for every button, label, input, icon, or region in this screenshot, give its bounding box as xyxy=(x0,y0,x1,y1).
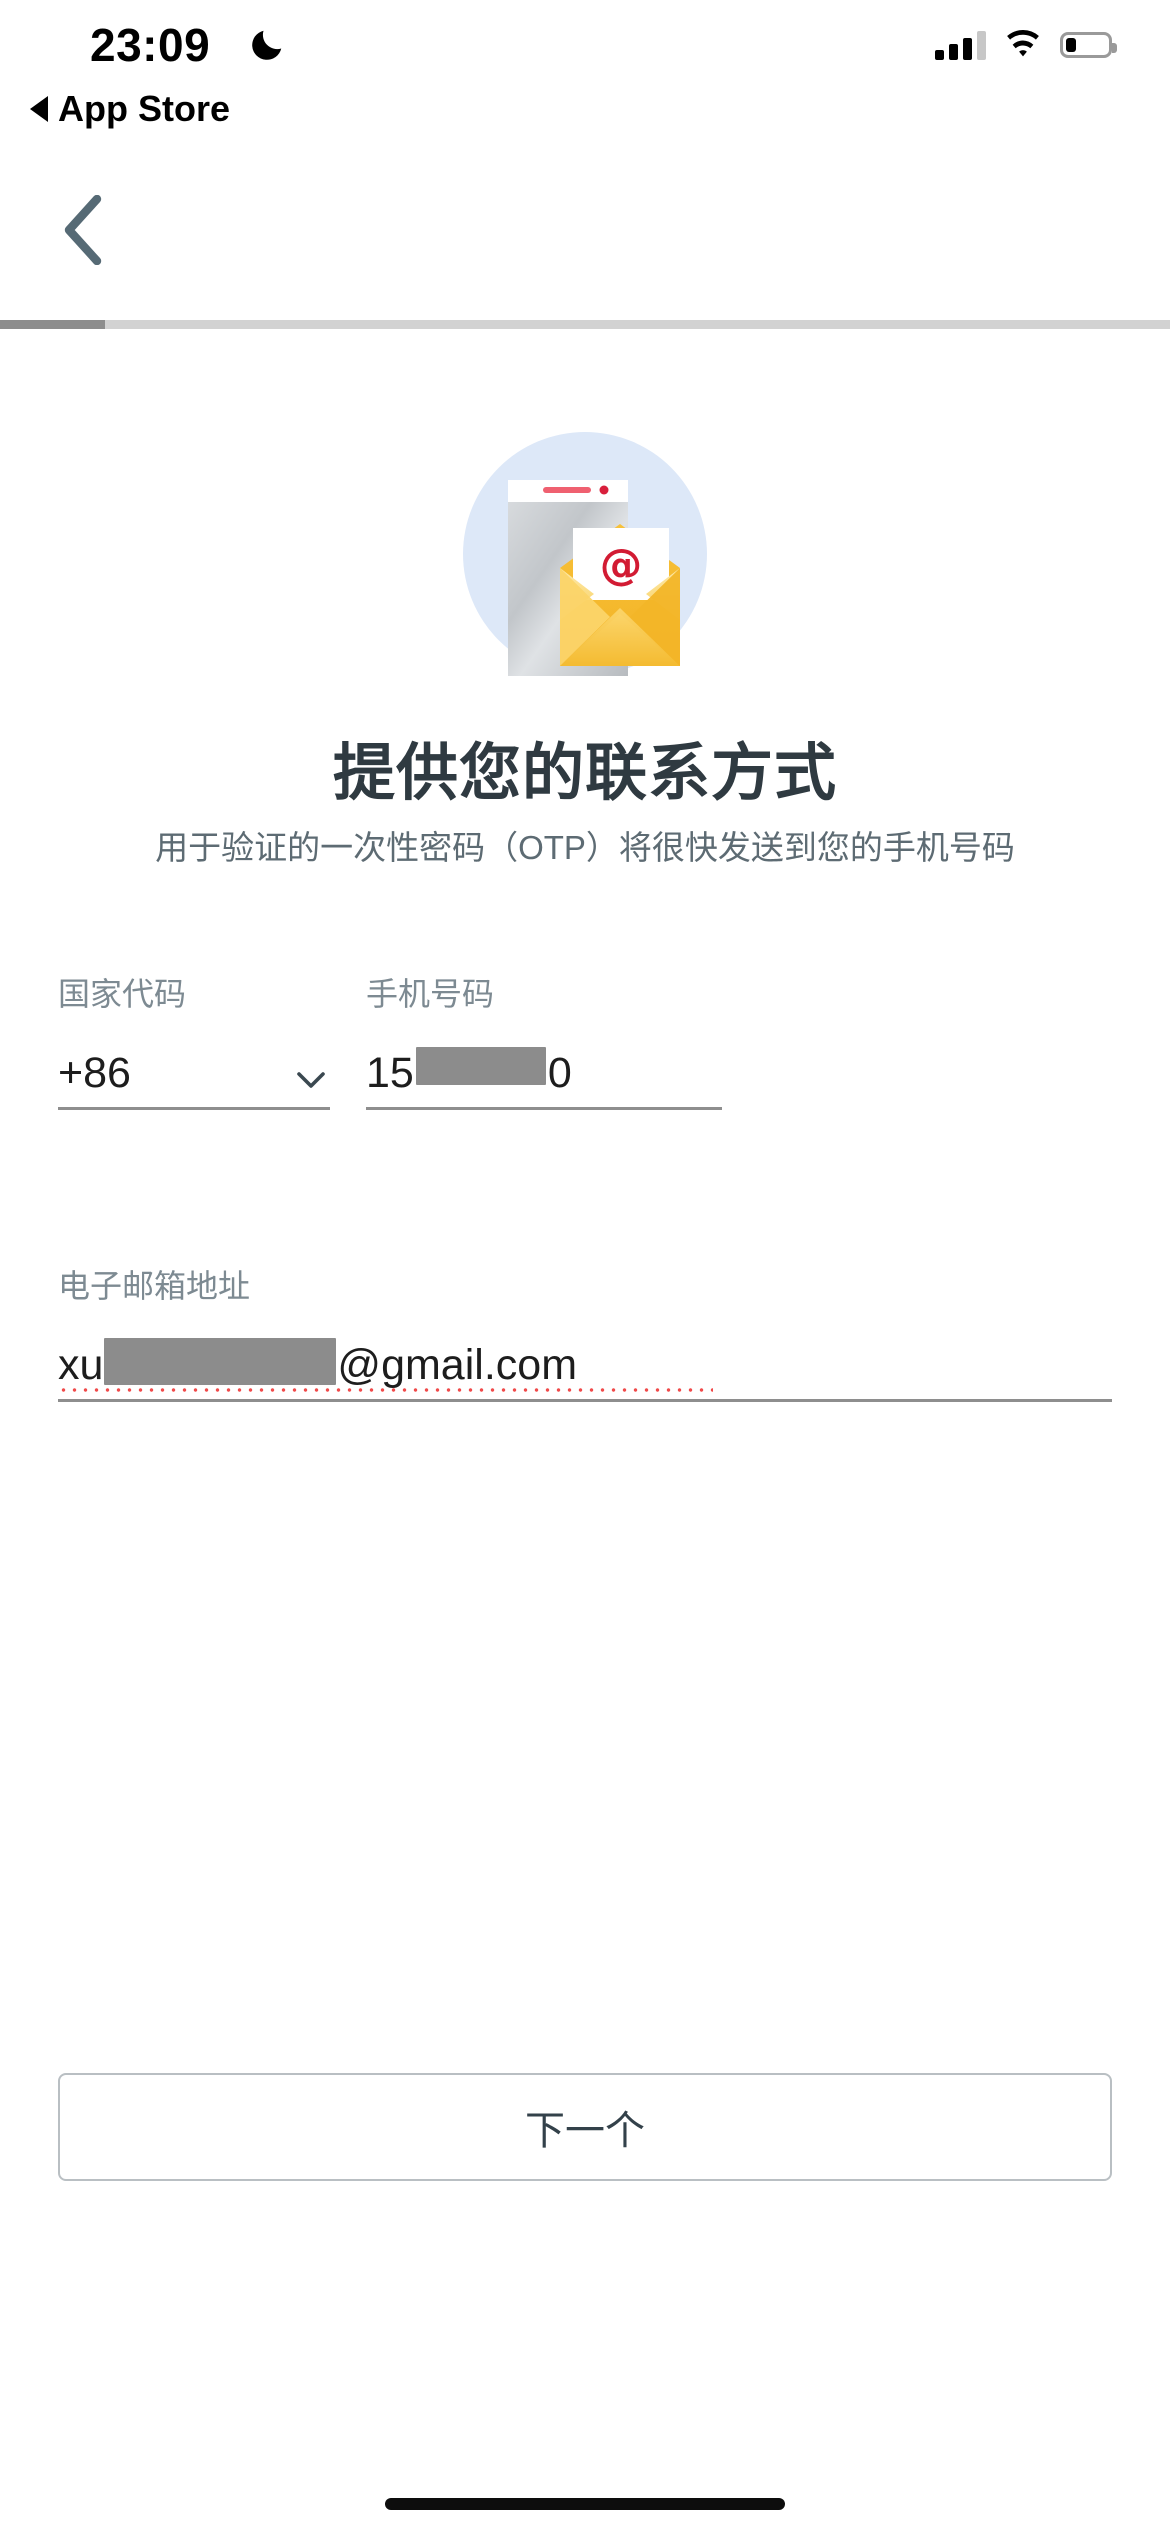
phone-screen: 23:09 App Store @ 提供您的联系方式 用于验证的一次性密码（OT… xyxy=(0,0,1170,2532)
country-code-field[interactable]: 国家代码 +86 xyxy=(58,978,330,1110)
phone-number-suffix: 0 xyxy=(547,1048,572,1097)
email-phone-illustration: @ xyxy=(463,432,707,676)
chevron-left-icon xyxy=(64,195,102,265)
email-control[interactable]: xu @gmail.com xyxy=(58,1330,1112,1402)
back-triangle-icon xyxy=(30,96,48,122)
back-to-app-store-label: App Store xyxy=(58,88,231,129)
moon-icon xyxy=(252,30,282,60)
page-title: 提供您的联系方式 xyxy=(332,739,837,808)
contact-form: 国家代码 +86 手机号码 15 0 电子邮箱地址 xu @gmail.com xyxy=(0,978,1170,1402)
country-code-value: +86 xyxy=(58,1048,131,1097)
spellcheck-underline xyxy=(58,1386,713,1393)
phone-number-control[interactable]: 15 0 xyxy=(366,1038,722,1110)
email-label: 电子邮箱地址 xyxy=(58,1267,251,1304)
phone-field-row: 国家代码 +86 手机号码 15 0 xyxy=(58,978,1112,1110)
phone-number-redaction xyxy=(415,1046,546,1085)
back-button[interactable] xyxy=(38,180,128,280)
wifi-icon xyxy=(1007,30,1039,57)
chevron-down-icon[interactable] xyxy=(296,1071,326,1089)
status-bar-indicators xyxy=(935,30,1117,60)
envelope-graphic: @ xyxy=(560,524,680,666)
email-field[interactable]: 电子邮箱地址 xu @gmail.com xyxy=(58,1270,1112,1402)
battery-icon xyxy=(1060,32,1117,58)
navigation-bar xyxy=(0,170,1170,320)
progress-bar-fill xyxy=(0,320,106,329)
status-bar-clock: 23:09 xyxy=(90,19,211,71)
page-content: @ 提供您的联系方式 用于验证的一次性密码（OTP）将很快发送到您的手机号码 国… xyxy=(0,329,1170,1402)
phone-number-prefix: 15 xyxy=(366,1048,414,1097)
svg-text:@: @ xyxy=(600,541,643,590)
email-suffix: @gmail.com xyxy=(337,1340,578,1389)
country-code-control[interactable]: +86 xyxy=(58,1038,330,1110)
at-symbol-icon: @ xyxy=(600,541,643,590)
next-button[interactable]: 下一个 xyxy=(58,2073,1112,2181)
back-to-app-store-link[interactable]: App Store xyxy=(30,88,230,130)
phone-number-field[interactable]: 手机号码 15 0 xyxy=(366,978,722,1110)
status-bar: 23:09 xyxy=(0,0,1170,100)
home-indicator[interactable] xyxy=(385,2498,785,2510)
country-code-label: 国家代码 xyxy=(58,975,187,1012)
progress-bar-track xyxy=(0,320,1170,329)
phone-number-value: 15 0 xyxy=(366,1046,572,1107)
email-redaction xyxy=(104,1337,337,1385)
cellular-signal-icon xyxy=(935,30,986,60)
next-button-label: 下一个 xyxy=(525,2109,645,2153)
phone-number-label: 手机号码 xyxy=(366,975,495,1012)
page-subtitle: 用于验证的一次性密码（OTP）将很快发送到您的手机号码 xyxy=(155,829,1015,866)
email-prefix: xu xyxy=(58,1340,104,1389)
